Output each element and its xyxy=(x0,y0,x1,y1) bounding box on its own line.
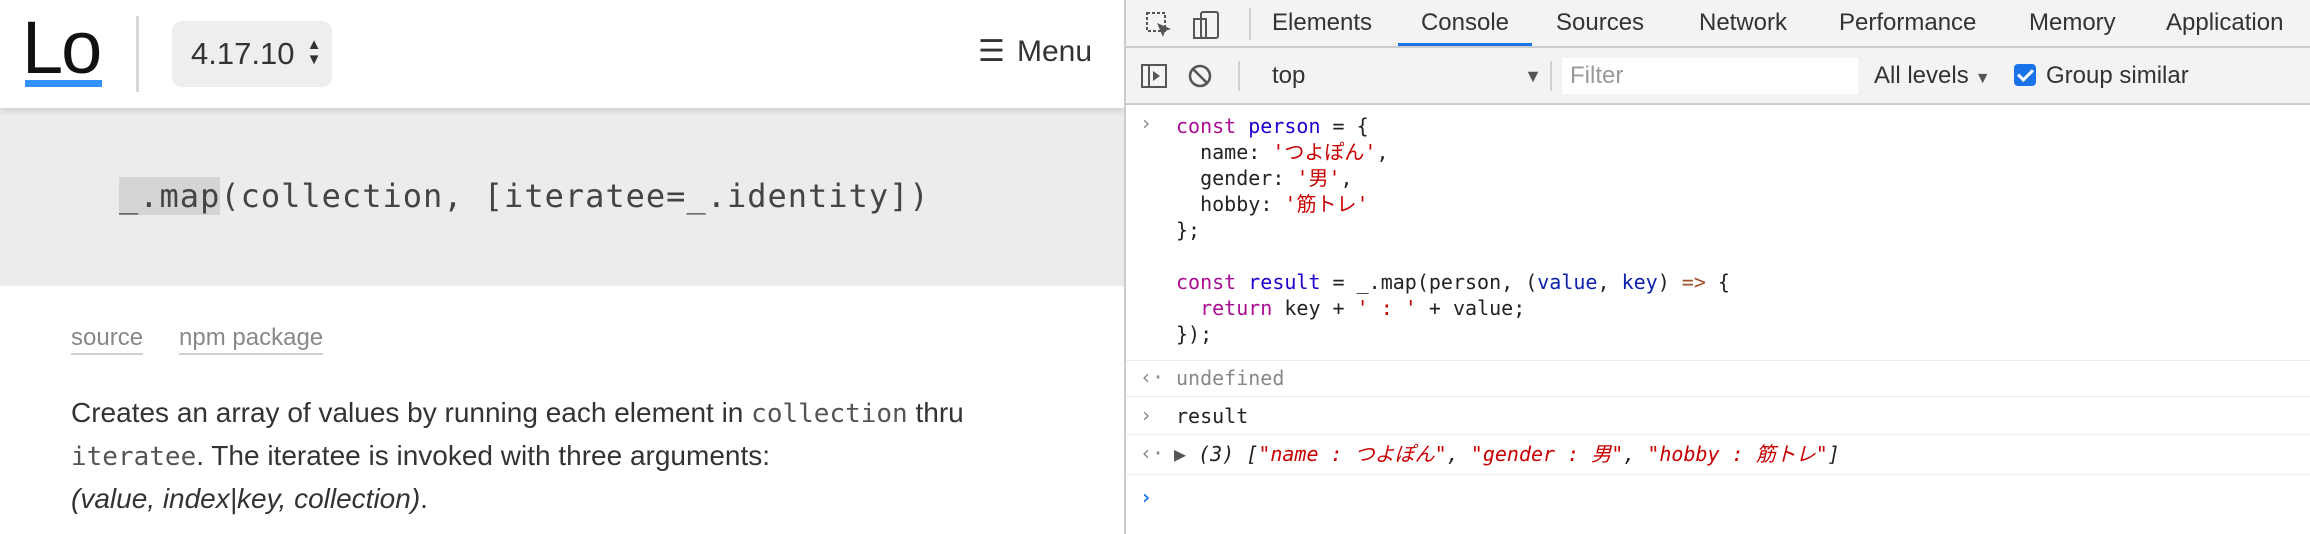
console-array-output[interactable]: ‹· ▶ (3) ["name : つよぽん", "gender : 男", "… xyxy=(1126,435,2310,475)
tab-sources[interactable]: Sources xyxy=(1556,0,1644,46)
lodash-logo[interactable]: Lo xyxy=(22,8,102,88)
source-link[interactable]: source xyxy=(71,324,144,355)
console-input-entry: › const person = { name: 'つよぽん', gender:… xyxy=(1126,105,2310,361)
context-select[interactable]: top ▼ xyxy=(1272,58,1542,94)
method-signature: _.map(collection, [iteratee=_.identity]) xyxy=(119,172,930,220)
select-arrows-icon: ▲ ▼ xyxy=(306,36,322,68)
desc-code-collection: collection xyxy=(751,399,908,429)
npm-package-link[interactable]: npm package xyxy=(179,324,324,355)
group-similar-option: Group similar xyxy=(2014,60,2189,92)
input-chevron-icon: › xyxy=(1140,111,1153,135)
menu-button[interactable]: ☰ Menu xyxy=(978,32,1092,72)
toolbar-separator xyxy=(1550,61,1552,91)
header-divider xyxy=(136,16,139,92)
undefined-output: undefined xyxy=(1176,366,1285,390)
desc-text-3: . The iteratee is invoked with three arg… xyxy=(196,440,771,471)
tab-performance[interactable]: Performance xyxy=(1839,0,1976,46)
filter-input[interactable] xyxy=(1562,58,1858,94)
logo-underline xyxy=(25,80,102,87)
console-result-entry: ‹· undefined xyxy=(1126,361,2310,397)
docs-header: Lo 4.17.10 ▲ ▼ ☰ Menu xyxy=(0,0,1124,108)
version-value: 4.17.10 xyxy=(191,36,295,71)
desc-text-2: thru xyxy=(907,397,964,428)
desc-code-iteratee: iteratee xyxy=(71,442,197,472)
console-input-entry: › result xyxy=(1126,397,2310,435)
array-count: (3) xyxy=(1198,442,1235,466)
expand-triangle-icon[interactable]: ▶ xyxy=(1174,442,1186,466)
hamburger-icon: ☰ xyxy=(978,35,1005,68)
devtools-tab-bar: Elements Console Sources Network Perform… xyxy=(1126,0,2310,48)
output-arrow-icon: ‹· xyxy=(1140,365,1165,389)
output-arrow-icon: ‹· xyxy=(1140,441,1165,465)
devtools-panel: Elements Console Sources Network Perform… xyxy=(1124,0,2310,534)
inspect-element-icon[interactable] xyxy=(1144,10,1174,40)
prompt-chevron-icon: › xyxy=(1140,485,1153,509)
group-similar-label: Group similar xyxy=(2046,62,2189,89)
array-item: "name : つよぽん" xyxy=(1258,442,1447,466)
method-description: Creates an array of values by running ea… xyxy=(71,392,1101,520)
clear-console-icon[interactable] xyxy=(1186,62,1214,90)
lodash-docs-pane: Lo 4.17.10 ▲ ▼ ☰ Menu _.map(collection, [i… xyxy=(0,0,1124,534)
show-sidebar-icon[interactable] xyxy=(1140,62,1168,90)
input-chevron-icon: › xyxy=(1140,403,1153,427)
tab-memory[interactable]: Memory xyxy=(2029,0,2116,46)
array-output: ▶ (3) ["name : つよぽん", "gender : 男", "hob… xyxy=(1174,442,1840,466)
context-value: top xyxy=(1272,62,1306,89)
version-select[interactable]: 4.17.10 ▲ ▼ xyxy=(172,21,332,87)
method-name[interactable]: _.map xyxy=(119,177,221,215)
log-levels-label: All levels xyxy=(1874,62,1969,89)
desc-args: (value, index|key, collection) xyxy=(71,483,421,514)
tab-application[interactable]: Application xyxy=(2166,0,2283,46)
console-toolbar: top ▼ All levels ▼ Group similar xyxy=(1126,48,2310,105)
tab-network[interactable]: Network xyxy=(1699,0,1787,46)
log-levels-select[interactable]: All levels ▼ xyxy=(1874,58,1991,94)
tab-elements[interactable]: Elements xyxy=(1272,0,1372,46)
desc-text-4: . xyxy=(420,483,428,514)
console-code: const person = { name: 'つよぽん', gender: '… xyxy=(1176,114,1730,346)
desc-text-1: Creates an array of values by running ea… xyxy=(71,397,752,428)
dropdown-caret-icon: ▼ xyxy=(1974,70,1991,87)
toolbar-separator xyxy=(1238,61,1240,91)
tab-console[interactable]: Console xyxy=(1398,0,1532,46)
result-command: result xyxy=(1176,404,1249,428)
array-item: "gender : 男" xyxy=(1470,442,1624,466)
device-toolbar-icon[interactable] xyxy=(1192,10,1222,40)
method-params: (collection, [iteratee=_.identity]) xyxy=(220,177,930,215)
console-output: › const person = { name: 'つよぽん', gender:… xyxy=(1126,105,2310,534)
tab-separator xyxy=(1249,8,1251,40)
array-item: "hobby : 筋トレ" xyxy=(1647,442,1828,466)
console-prompt[interactable]: › xyxy=(1126,475,2310,525)
doc-links: source npm package xyxy=(71,322,359,355)
menu-label: Menu xyxy=(1016,35,1092,68)
group-similar-checkbox[interactable] xyxy=(2014,64,2036,86)
dropdown-caret-icon: ▼ xyxy=(1524,66,1542,86)
